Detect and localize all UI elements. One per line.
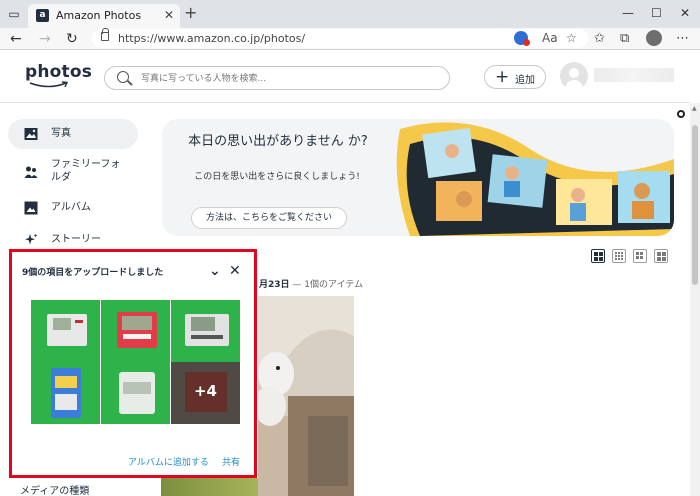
uploaded-thumbnail[interactable] (171, 300, 240, 362)
photo-bottom-strip (161, 478, 258, 496)
family-icon (24, 166, 38, 178)
photos-logo[interactable]: photos (25, 62, 93, 88)
url-text: https://www.amazon.co.jp/photos/ (118, 32, 306, 45)
address-bar: ← → ↻ https://www.amazon.co.jp/photos/ A… (0, 28, 700, 50)
memories-banner: 本日の思い出がありません か? この日を思い出をさらに良くしましょう! 方法は、… (162, 119, 674, 236)
photo-icon (24, 128, 38, 140)
read-aloud-icon[interactable]: Aa (542, 31, 558, 45)
memories-film-illustration (396, 122, 674, 236)
forward-icon[interactable]: → (39, 30, 51, 48)
plus-icon: + (495, 67, 510, 87)
favorites-icon[interactable]: ✩ (594, 31, 605, 46)
more-items-count: +4 (193, 382, 217, 400)
view-large-grid-icon[interactable] (591, 249, 605, 263)
sparkle-icon (25, 233, 38, 245)
more-menu-icon[interactable]: ⋯ (676, 31, 689, 46)
album-icon (24, 201, 38, 215)
scroll-up-icon[interactable]: ▲ (692, 105, 697, 112)
page-scrollbar[interactable]: ▲ (690, 103, 700, 496)
timeline-date: 月23日 (259, 280, 290, 290)
favorite-star-icon[interactable]: ☆ (566, 31, 577, 45)
uploaded-thumbnail[interactable] (101, 300, 170, 362)
timeline-photo[interactable] (258, 296, 354, 496)
sidebar-item-label: ストーリー (51, 234, 101, 245)
timeline-item-count: — 1個のアイテム (292, 280, 364, 290)
uploaded-thumbnail[interactable] (31, 300, 100, 362)
upload-popup-title: 9個の項目をアップロードしました (22, 268, 164, 278)
user-avatar[interactable] (560, 62, 588, 90)
add-button[interactable]: + 追加 (484, 65, 546, 89)
new-tab-icon[interactable]: + (184, 5, 197, 21)
sidebar-item-label: 写真 (51, 128, 71, 139)
uploaded-thumbnail[interactable] (101, 362, 170, 424)
browser-tab-bar: ▭ a Amazon Photos ✕ + — ☐ ✕ (0, 0, 700, 28)
logo-text: photos (25, 62, 93, 82)
tab-close-icon[interactable]: ✕ (164, 8, 174, 22)
sidebar-item-albums[interactable]: アルバム (8, 193, 138, 223)
back-icon[interactable]: ← (10, 30, 22, 48)
sidebar-media-type-label[interactable]: メディアの種類 (20, 482, 89, 496)
view-small-grid-icon[interactable] (633, 249, 647, 263)
uploaded-thumbnail-more[interactable]: +4 (171, 362, 240, 424)
dog-photo-image (258, 296, 354, 496)
memories-subtitle: この日を思い出をさらに良くしましょう! (194, 172, 360, 182)
collections-icon[interactable]: ⧉ (620, 31, 629, 46)
window-menu-icon[interactable]: ▭ (6, 6, 22, 22)
search-icon (117, 71, 129, 83)
add-to-album-link[interactable]: アルバムに追加する (128, 455, 209, 468)
memories-title: 本日の思い出がありません か? (188, 134, 368, 149)
tab-title: Amazon Photos (56, 9, 142, 22)
indicator-dot-icon (677, 110, 685, 118)
collapse-chevron-icon[interactable]: ⌄ (209, 264, 221, 278)
view-medium-grid-icon[interactable] (612, 249, 626, 263)
share-link[interactable]: 共有 (222, 455, 240, 468)
header-divider (0, 102, 690, 103)
timeline-date-heading: 月23日 — 1個のアイテム (259, 277, 363, 290)
minimize-icon[interactable]: — (622, 6, 634, 20)
amazon-smile-icon (29, 81, 69, 88)
reload-icon[interactable]: ↻ (66, 30, 78, 48)
browser-profile-icon[interactable] (646, 30, 662, 46)
sidebar-item-label: アルバム (51, 202, 91, 213)
search-box[interactable] (104, 66, 450, 90)
lock-icon (101, 28, 109, 41)
username-redacted (594, 68, 674, 82)
popup-close-icon[interactable]: ✕ (229, 264, 241, 278)
sidebar-item-label: ファミリーフォルダ (51, 159, 121, 183)
extension-icon[interactable] (514, 31, 530, 46)
maximize-icon[interactable]: ☐ (651, 6, 662, 20)
search-input[interactable] (141, 71, 441, 86)
window-close-icon[interactable]: ✕ (680, 6, 690, 20)
sidebar-item-family-folder[interactable]: ファミリーフォルダ (8, 155, 138, 189)
add-button-label: 追加 (515, 75, 535, 86)
view-compact-grid-icon[interactable] (654, 249, 668, 263)
sidebar-item-photos[interactable]: 写真 (8, 119, 138, 149)
scrollbar-thumb[interactable] (692, 125, 698, 285)
amazon-favicon-icon: a (36, 9, 49, 22)
browser-tab[interactable]: a Amazon Photos ✕ (28, 4, 180, 28)
memories-how-to-button[interactable]: 方法は、こちらをご覧ください (191, 207, 347, 229)
uploaded-thumbnail[interactable] (31, 362, 100, 424)
